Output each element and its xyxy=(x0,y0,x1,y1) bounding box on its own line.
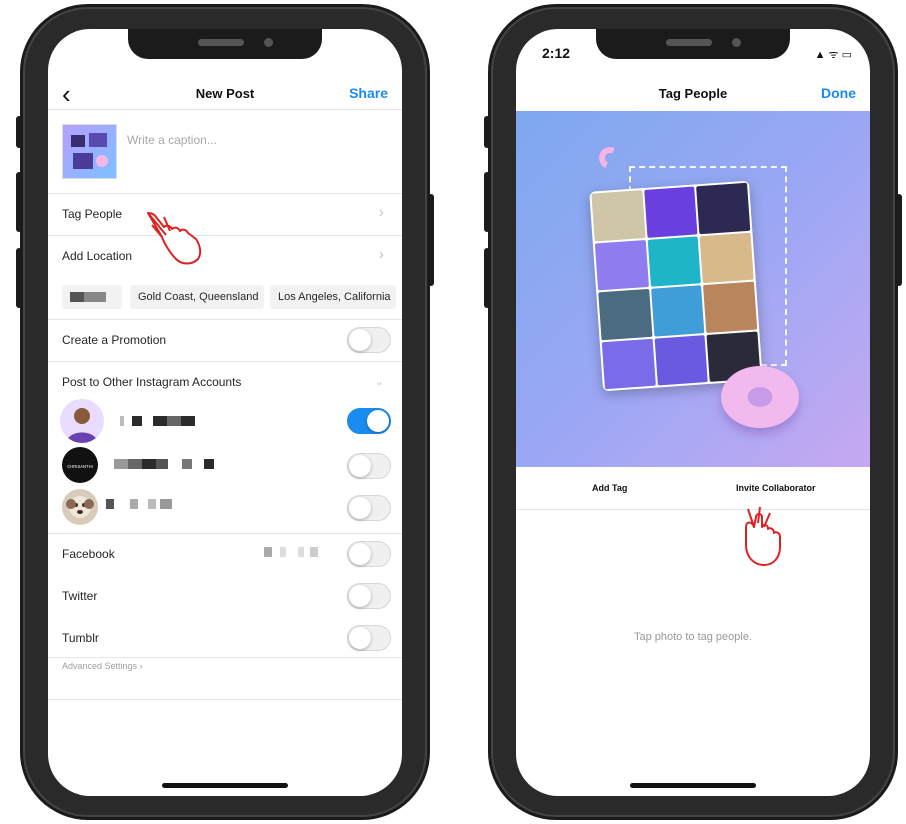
side-button xyxy=(484,116,490,148)
home-indicator xyxy=(630,783,756,788)
add-location-row[interactable]: Add Location › xyxy=(48,235,402,277)
account-name-redacted xyxy=(120,416,230,426)
add-location-label: Add Location xyxy=(62,249,133,263)
phone-frame-right: 2:12 ▲ ᯤ ▭ Tag People Done Add Tag Invit… xyxy=(484,4,902,820)
tumblr-toggle[interactable] xyxy=(347,625,391,651)
photo-collage xyxy=(589,180,763,392)
side-button xyxy=(16,116,22,148)
divider xyxy=(516,509,870,510)
done-button[interactable]: Done xyxy=(821,85,856,101)
divider xyxy=(48,657,402,658)
account-toggle-3[interactable] xyxy=(347,495,391,521)
side-button xyxy=(484,172,490,232)
status-time: 2:12 xyxy=(542,45,571,61)
tag-tabs: Add Tag Invite Collaborator xyxy=(516,467,870,509)
nav-bar: ‹ New Post Share xyxy=(48,77,402,111)
pointer-hand-icon xyxy=(745,506,781,566)
home-indicator xyxy=(162,783,288,788)
advanced-settings-link[interactable]: Advanced Settings › xyxy=(62,661,143,671)
tab-add-tag[interactable]: Add Tag xyxy=(592,483,627,493)
tab-invite-collaborator[interactable]: Invite Collaborator xyxy=(736,483,816,493)
post-other-accounts-row[interactable]: Post to Other Instagram Accounts ⌄ xyxy=(48,361,402,403)
facebook-account-redacted xyxy=(264,547,334,557)
side-button xyxy=(484,248,490,308)
side-button xyxy=(428,194,434,286)
side-button xyxy=(896,194,902,286)
status-icons: ▲ ᯤ ▭ xyxy=(814,49,852,61)
avatar: CHRISANTHI xyxy=(62,447,98,483)
decor-arc xyxy=(595,143,625,173)
svg-text:CHRISANTHI: CHRISANTHI xyxy=(67,464,93,469)
post-thumbnail xyxy=(62,124,117,179)
tumblr-label: Tumblr xyxy=(62,631,99,645)
phone-notch xyxy=(596,29,790,59)
account-name-redacted xyxy=(114,459,224,469)
avatar xyxy=(62,489,98,525)
phone-notch xyxy=(128,29,322,59)
account-toggle-1[interactable] xyxy=(347,408,391,434)
tag-people-screen: 2:12 ▲ ᯤ ▭ Tag People Done Add Tag Invit… xyxy=(516,29,870,796)
facebook-toggle[interactable] xyxy=(347,541,391,567)
nav-bar: Tag People Done xyxy=(516,77,870,111)
create-promotion-toggle[interactable] xyxy=(347,327,391,353)
location-chip-redacted[interactable] xyxy=(62,285,122,309)
location-suggestions: Gold Coast, Queensland Los Angeles, Cali… xyxy=(62,285,402,309)
location-chip[interactable]: Los Angeles, California xyxy=(270,285,396,309)
location-chip[interactable]: Gold Coast, Queensland xyxy=(130,285,264,309)
new-post-screen: ‹ New Post Share Write a caption... Tag … xyxy=(48,29,402,796)
divider xyxy=(48,109,402,110)
side-button xyxy=(16,172,22,232)
account-name-redacted xyxy=(106,499,186,509)
create-promotion-label: Create a Promotion xyxy=(62,333,167,347)
tag-people-label: Tag People xyxy=(62,207,123,221)
share-button[interactable]: Share xyxy=(349,85,388,101)
facebook-label: Facebook xyxy=(62,547,115,561)
tag-hint: Tap photo to tag people. xyxy=(633,631,753,643)
avatar xyxy=(60,399,104,443)
page-title: Tag People xyxy=(658,86,728,101)
chevron-right-icon: › xyxy=(378,246,384,263)
divider xyxy=(48,699,402,700)
tag-people-row[interactable]: Tag People › xyxy=(48,193,402,235)
caption-input[interactable]: Write a caption... xyxy=(127,133,217,147)
twitter-toggle[interactable] xyxy=(347,583,391,609)
post-photo[interactable] xyxy=(516,111,870,467)
side-button xyxy=(16,248,22,308)
twitter-label: Twitter xyxy=(62,589,98,603)
decor-donut xyxy=(721,366,799,428)
account-toggle-2[interactable] xyxy=(347,453,391,479)
chevron-down-icon: ⌄ xyxy=(374,376,384,388)
phone-frame-left: ‹ New Post Share Write a caption... Tag … xyxy=(16,4,434,820)
chevron-right-icon: › xyxy=(378,204,384,221)
post-other-accounts-label: Post to Other Instagram Accounts xyxy=(62,375,242,389)
pointer-hand-icon xyxy=(147,212,202,265)
